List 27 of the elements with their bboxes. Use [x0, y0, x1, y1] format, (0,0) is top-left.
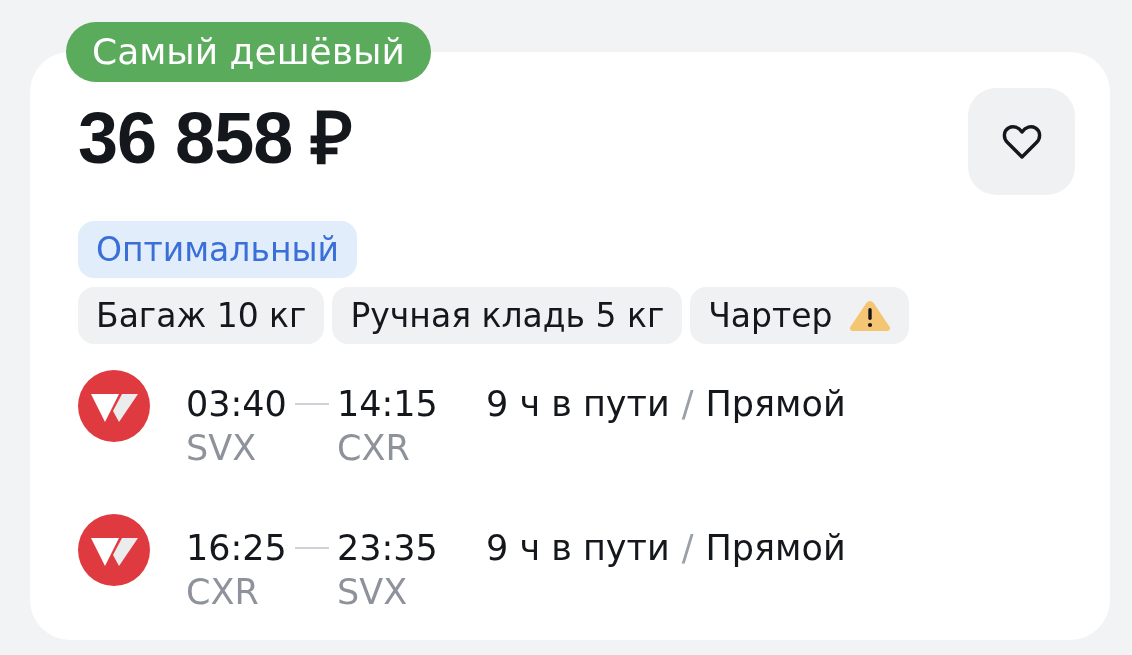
dash-line — [294, 547, 329, 549]
departure-time: 03:40 — [186, 383, 287, 426]
feature-chip: Багаж 10 кг — [78, 287, 325, 344]
airport-code: SVX — [337, 571, 409, 614]
dash-line — [294, 403, 329, 405]
feature-label: Чартер — [708, 294, 833, 337]
feature-chip: Ручная кладь 5 кг — [332, 287, 683, 344]
separator-text: / — [681, 527, 694, 570]
fare-tag: Оптимальный — [78, 221, 357, 278]
duration-text: 9 ч в пути — [486, 383, 670, 426]
stops-text: Прямой — [705, 527, 846, 570]
airline-logo-icon — [78, 514, 150, 586]
stops-text: Прямой — [705, 383, 846, 426]
duration-text: 9 ч в пути — [486, 527, 670, 570]
airport-code: CXR — [337, 427, 411, 470]
favorite-button[interactable] — [968, 88, 1075, 195]
heart-icon — [1001, 123, 1042, 160]
warning-icon — [848, 299, 891, 332]
price-text: 36 858 ₽ — [78, 100, 353, 176]
departure-time: 16:25 — [186, 527, 287, 570]
separator-text: / — [681, 383, 694, 426]
cheapest-tag: Самый дешёвый — [66, 22, 431, 82]
arrival-time: 14:15 — [337, 383, 439, 426]
airport-code: SVX — [186, 427, 258, 470]
arrival-time: 23:35 — [337, 527, 439, 570]
airline-logo-icon — [78, 370, 150, 442]
airport-code: CXR — [186, 571, 260, 614]
